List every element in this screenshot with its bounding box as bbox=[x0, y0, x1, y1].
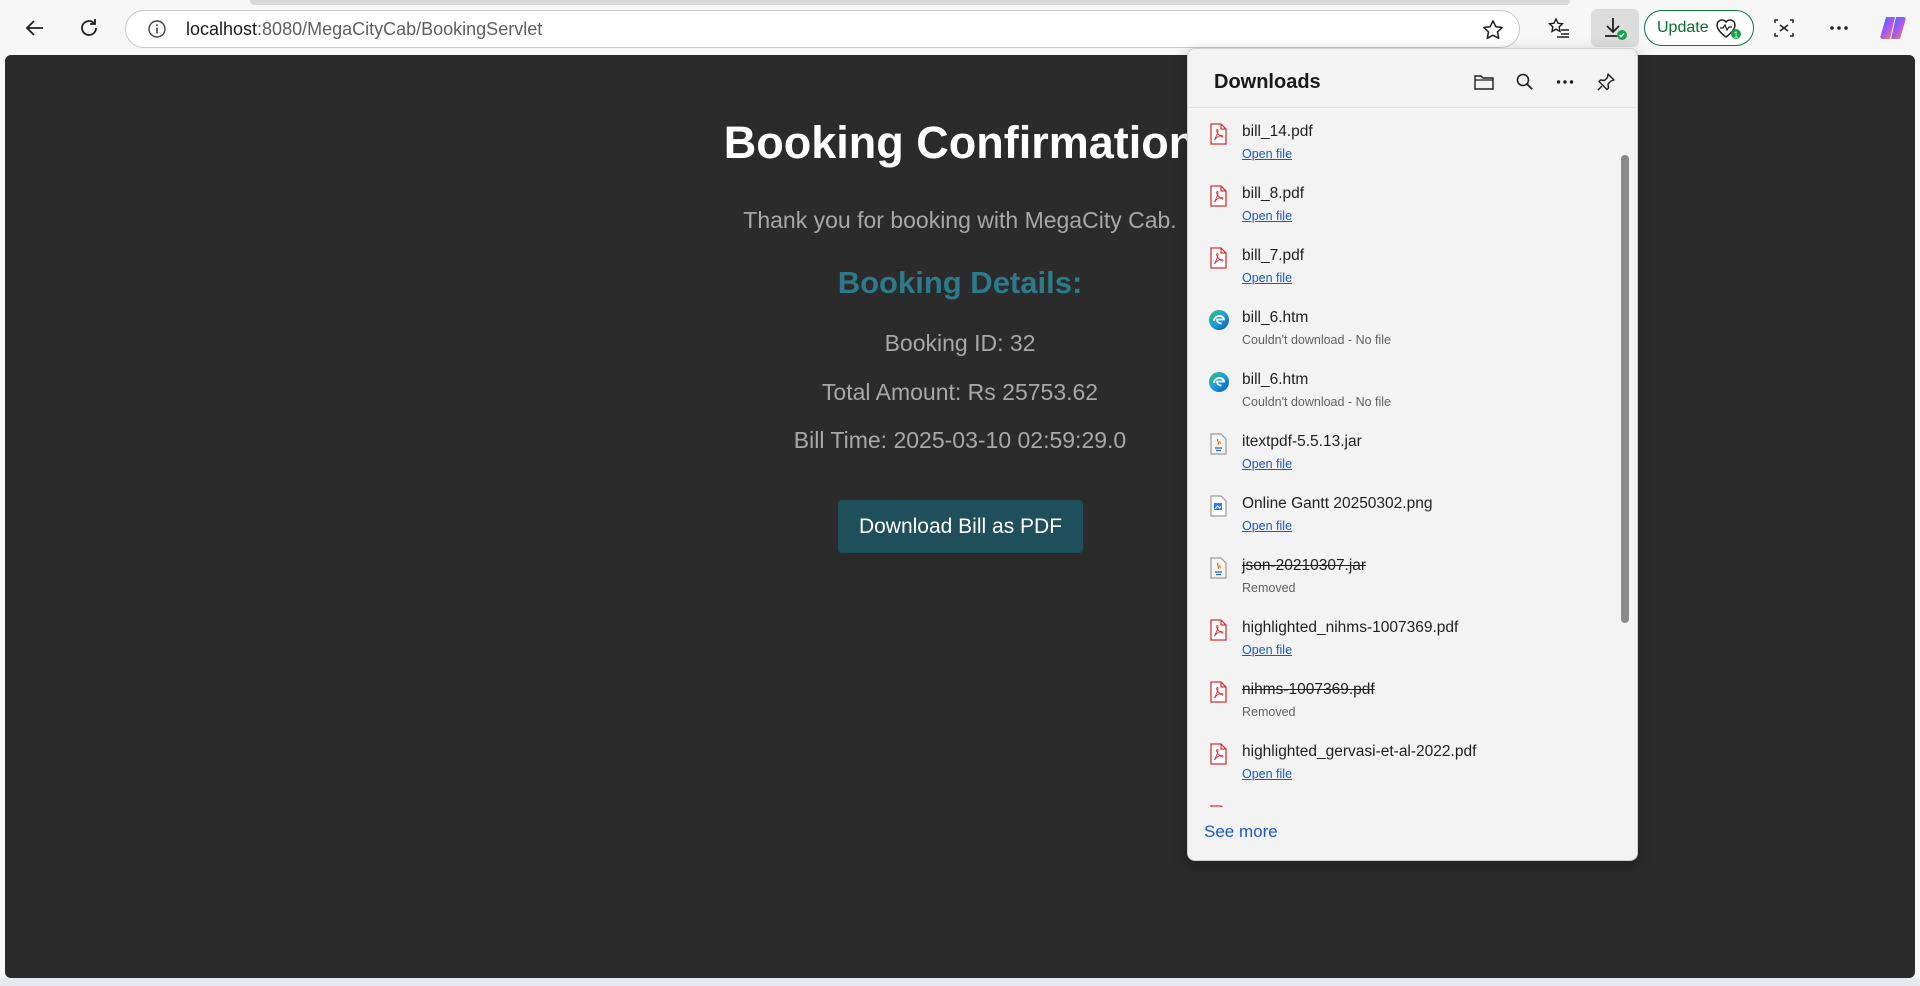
download-file-name: nihms-1007369.pdf bbox=[1242, 681, 1375, 698]
download-item[interactable]: bill_8.pdf Open file bbox=[1188, 173, 1618, 235]
download-icon bbox=[1605, 18, 1627, 40]
edge-icon bbox=[1208, 309, 1229, 331]
pdf-icon bbox=[1208, 805, 1228, 807]
favorite-star-icon[interactable] bbox=[1481, 18, 1505, 47]
favorites-list-icon bbox=[1547, 17, 1569, 38]
pdf-icon-graphic bbox=[1210, 123, 1227, 145]
more-menu-button[interactable] bbox=[1820, 9, 1858, 47]
screenshot-button[interactable] bbox=[1765, 9, 1803, 47]
download-file-name: Online Gantt 20250302.png bbox=[1242, 495, 1433, 512]
pdf-icon-graphic bbox=[1210, 619, 1227, 641]
downloads-panel: Downloads bill_14.pdf Open file bill_8.pdf… bbox=[1187, 48, 1638, 861]
url-text[interactable]: localhost:8080/MegaCityCab/BookingServle… bbox=[186, 19, 542, 40]
pdf-icon-graphic bbox=[1210, 743, 1227, 765]
pdf-icon bbox=[1208, 743, 1228, 765]
pdf-icon-graphic bbox=[1210, 247, 1227, 269]
open-folder-icon[interactable] bbox=[1472, 70, 1496, 94]
back-button[interactable] bbox=[16, 9, 54, 47]
download-pdf-button[interactable]: Download Bill as PDF bbox=[838, 500, 1083, 553]
download-item[interactable]: nihms-1007369.pdf Removed bbox=[1188, 669, 1618, 731]
open-file-link[interactable]: Open file bbox=[1242, 643, 1292, 657]
window-bottom-edge bbox=[0, 978, 1920, 986]
download-file-name: bill_7.pdf bbox=[1242, 247, 1305, 264]
downloads-list: bill_14.pdf Open file bill_8.pdf Open file b… bbox=[1188, 107, 1637, 807]
download-file-name: bill_6.htm bbox=[1242, 309, 1309, 326]
open-file-link[interactable]: Open file bbox=[1242, 519, 1292, 533]
download-item[interactable]: Online Gantt 20250302.png Open file bbox=[1188, 483, 1618, 545]
java-icon-graphic bbox=[1210, 557, 1227, 579]
update-button[interactable]: Update 1 bbox=[1644, 10, 1754, 46]
open-file-link[interactable]: Open file bbox=[1242, 209, 1292, 223]
java-icon-graphic bbox=[1210, 433, 1227, 455]
site-info-icon[interactable] bbox=[146, 18, 168, 40]
copilot-button[interactable] bbox=[1874, 9, 1912, 47]
image-icon bbox=[1208, 495, 1228, 517]
download-item[interactable]: bill_6.htm Couldn't download - No file bbox=[1188, 297, 1618, 359]
edge-icon-graphic bbox=[1209, 310, 1229, 330]
download-file-name: bill_6.htm bbox=[1242, 371, 1309, 388]
url-path: :8080/MegaCityCab/BookingServlet bbox=[257, 18, 543, 39]
svg-text:1: 1 bbox=[1734, 31, 1739, 40]
edge-icon-graphic bbox=[1209, 372, 1229, 392]
refresh-icon bbox=[81, 19, 97, 36]
image-icon-graphic bbox=[1210, 495, 1227, 517]
edge-icon bbox=[1208, 371, 1229, 393]
open-file-link[interactable]: Open file bbox=[1242, 147, 1292, 161]
download-item[interactable]: json-20210307.jar Removed bbox=[1188, 545, 1618, 607]
downloads-button[interactable] bbox=[1591, 9, 1639, 47]
pdf-icon bbox=[1208, 123, 1228, 145]
pdf-icon bbox=[1208, 681, 1228, 703]
download-item[interactable]: bill_14.pdf Open file bbox=[1188, 111, 1618, 173]
download-item[interactable]: bill_7.pdf Open file bbox=[1188, 235, 1618, 297]
java-icon bbox=[1208, 433, 1228, 455]
pin-icon[interactable] bbox=[1594, 70, 1618, 94]
download-file-name: highlighted_gervasi-et-al-2022.pdf bbox=[1242, 743, 1477, 760]
download-file-name: highlighted_nihms-1007369.pdf bbox=[1242, 619, 1459, 636]
download-file-name: json-20210307.jar bbox=[1242, 557, 1367, 574]
pdf-icon bbox=[1208, 247, 1228, 269]
copilot-icon bbox=[1880, 17, 1906, 39]
download-item[interactable] bbox=[1188, 793, 1618, 807]
browser-toolbar: localhost:8080/MegaCityCab/BookingServle… bbox=[0, 0, 1920, 55]
refresh-button[interactable] bbox=[70, 9, 108, 47]
java-icon bbox=[1208, 557, 1228, 579]
downloads-more-icon[interactable] bbox=[1553, 70, 1577, 94]
download-item[interactable]: highlighted_nihms-1007369.pdf Open file bbox=[1188, 607, 1618, 669]
update-label: Update bbox=[1657, 19, 1709, 36]
download-file-name: itextpdf-5.5.13.jar bbox=[1242, 433, 1362, 450]
pdf-icon-graphic bbox=[1210, 681, 1227, 703]
download-status: Removed bbox=[1242, 581, 1296, 595]
pdf-icon-graphic bbox=[1210, 805, 1223, 807]
download-status: Couldn't download - No file bbox=[1242, 395, 1391, 409]
downloads-header: Downloads bbox=[1188, 49, 1637, 108]
pdf-icon bbox=[1208, 619, 1228, 641]
more-dots-icon bbox=[1830, 26, 1848, 30]
health-heart-icon: 1 bbox=[1715, 17, 1743, 46]
url-host: localhost bbox=[186, 18, 258, 39]
download-file-name: bill_14.pdf bbox=[1242, 123, 1313, 140]
downloads-scrollbar[interactable] bbox=[1621, 155, 1629, 623]
search-downloads-icon[interactable] bbox=[1513, 70, 1537, 94]
download-status: Couldn't download - No file bbox=[1242, 333, 1391, 347]
see-more-link[interactable]: See more bbox=[1204, 822, 1278, 842]
back-arrow-icon bbox=[25, 20, 43, 36]
address-bar[interactable]: localhost:8080/MegaCityCab/BookingServle… bbox=[125, 10, 1520, 48]
download-status: Removed bbox=[1242, 705, 1296, 719]
open-file-link[interactable]: Open file bbox=[1242, 457, 1292, 471]
screenshot-icon bbox=[1774, 19, 1794, 37]
favorites-button[interactable] bbox=[1540, 9, 1578, 47]
open-file-link[interactable]: Open file bbox=[1242, 767, 1292, 781]
download-item[interactable]: itextpdf-5.5.13.jar Open file bbox=[1188, 421, 1618, 483]
pdf-icon bbox=[1208, 185, 1228, 207]
download-item[interactable]: bill_6.htm Couldn't download - No file bbox=[1188, 359, 1618, 421]
tab-strip-edge bbox=[250, 0, 1570, 5]
download-file-name: bill_8.pdf bbox=[1242, 185, 1305, 202]
pdf-icon-graphic bbox=[1210, 185, 1227, 207]
downloads-title: Downloads bbox=[1214, 71, 1321, 93]
download-item[interactable]: highlighted_gervasi-et-al-2022.pdf Open f… bbox=[1188, 731, 1618, 793]
open-file-link[interactable]: Open file bbox=[1242, 271, 1292, 285]
